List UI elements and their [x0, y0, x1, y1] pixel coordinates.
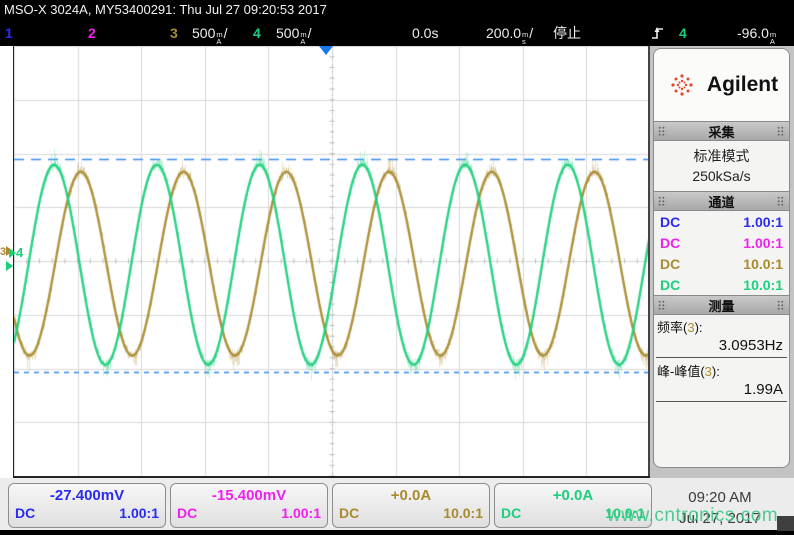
- channel-2-button[interactable]: 2: [88, 20, 96, 46]
- channel-1-button[interactable]: 1: [5, 20, 13, 46]
- channel-2-info-row[interactable]: DC 1.00:1: [654, 232, 789, 253]
- brand-name: Agilent: [707, 73, 778, 97]
- measurement-peak-to-peak-value: 1.99A: [654, 380, 789, 400]
- ch4-ground-marker[interactable]: 4: [9, 247, 23, 258]
- bottom-border: [0, 530, 794, 535]
- waveform-display[interactable]: [14, 46, 650, 476]
- channel-3-scale-value: 500: [192, 25, 215, 41]
- ch2-coupling-label: DC: [177, 505, 197, 521]
- measurement-frequency: 频率(3): 3.0953Hz: [654, 315, 789, 358]
- oscilloscope-screen: MSO-X 3024A, MY53400291: Thu Jul 27 09:2…: [0, 0, 794, 535]
- model-serial-datetime: MSO-X 3024A, MY53400291: Thu Jul 27 09:2…: [4, 2, 327, 17]
- timebase-unit: ms: [522, 31, 528, 45]
- measurement-frequency-value: 3.0953Hz: [654, 336, 789, 356]
- divider: [656, 357, 787, 358]
- trigger-level-unit: mA: [770, 31, 776, 45]
- ch1-offset-value: -27.400mV: [9, 487, 165, 504]
- channel-1-info-row[interactable]: DC 1.00:1: [654, 211, 789, 232]
- channel-4-scale-unit: mA: [300, 31, 306, 45]
- ch3-ratio-label: 10.0:1: [443, 505, 483, 521]
- ch3-offset-value: +0.0A: [333, 487, 489, 504]
- ch4-ground-label: 4: [16, 245, 23, 260]
- ch4-ground-arrow-icon: [9, 248, 16, 258]
- ch1-coupling: DC: [660, 214, 680, 230]
- channel-1-status-box[interactable]: -27.400mV DC 1.00:1: [8, 483, 166, 528]
- channel-3-status-box[interactable]: +0.0A DC 10.0:1: [332, 483, 490, 528]
- trigger-level-readout[interactable]: -96.0mA: [737, 20, 777, 46]
- timebase-readout[interactable]: 200.0ms/: [486, 20, 533, 46]
- measurement-frequency-label: 频率(3):: [654, 315, 789, 336]
- acquisition-mode: 标准模式: [654, 146, 789, 166]
- channels-panel-title: 通道: [708, 192, 734, 211]
- measurement-peak-to-peak: 峰-峰值(3): 1.99A: [654, 359, 789, 402]
- channel-4-scale[interactable]: 500mA/: [276, 20, 312, 46]
- channel-4-scale-suffix: /: [308, 25, 312, 41]
- channels-panel-header[interactable]: 通道: [654, 191, 789, 211]
- grip-icon: [777, 196, 785, 207]
- run-state-indicator[interactable]: 停止: [553, 20, 581, 46]
- corner-block: [777, 516, 794, 531]
- ch4-offset-value: +0.0A: [495, 487, 651, 504]
- ch1-coupling-label: DC: [15, 505, 35, 521]
- title-bar: MSO-X 3024A, MY53400291: Thu Jul 27 09:2…: [0, 0, 794, 20]
- ch4-probe-ratio: 10.0:1: [743, 277, 783, 293]
- agilent-logo-icon: [665, 68, 699, 102]
- sidebar: Agilent 采集 标准模式 250kSa/s 通道 DC 1.00:1: [650, 46, 794, 478]
- grip-icon: [658, 196, 666, 207]
- ch4-reference-arrow-icon: [6, 261, 13, 271]
- channel-4-button[interactable]: 4: [253, 20, 261, 46]
- grip-icon: [658, 300, 666, 311]
- ch3-coupling: DC: [660, 256, 680, 272]
- trigger-level-value: -96.0: [737, 25, 769, 41]
- channel-3-button[interactable]: 3: [170, 20, 178, 46]
- channel-4-scale-value: 500: [276, 25, 299, 41]
- acquisition-panel-title: 采集: [708, 122, 734, 141]
- timebase-value: 200.0: [486, 25, 521, 41]
- ch2-probe-ratio: 1.00:1: [743, 235, 783, 251]
- timebase-suffix: /: [529, 25, 533, 41]
- grip-icon: [777, 126, 785, 137]
- measure-panel-title: 测量: [708, 296, 734, 315]
- channel-2-status-box[interactable]: -15.400mV DC 1.00:1: [170, 483, 328, 528]
- info-panel: Agilent 采集 标准模式 250kSa/s 通道 DC 1.00:1: [653, 48, 790, 468]
- channel-3-scale-suffix: /: [224, 25, 228, 41]
- ch4-reference-marker[interactable]: [6, 261, 13, 273]
- channel-3-info-row[interactable]: DC 10.0:1: [654, 253, 789, 274]
- grip-icon: [777, 300, 785, 311]
- channel-3-scale[interactable]: 500mA/: [192, 20, 228, 46]
- brand-block: Agilent: [654, 49, 789, 121]
- ch2-ratio-label: 1.00:1: [281, 505, 321, 521]
- channel-3-scale-unit: mA: [216, 31, 222, 45]
- ch4-coupling: DC: [660, 277, 680, 293]
- channel-4-info-row[interactable]: DC 10.0:1: [654, 274, 789, 295]
- divider: [656, 401, 787, 402]
- ch2-offset-value: -15.400mV: [171, 487, 327, 504]
- horizontal-delay-readout[interactable]: 0.0s: [412, 20, 438, 46]
- acquisition-panel-header[interactable]: 采集: [654, 121, 789, 141]
- watermark: www.cntronics.com: [607, 505, 778, 527]
- ch3-coupling-label: DC: [339, 505, 359, 521]
- ch2-coupling: DC: [660, 235, 680, 251]
- ch1-ratio-label: 1.00:1: [119, 505, 159, 521]
- ch4-coupling-label: DC: [501, 505, 521, 521]
- sample-rate: 250kSa/s: [654, 166, 789, 186]
- trigger-position-marker[interactable]: [319, 46, 333, 55]
- measurement-peak-to-peak-label: 峰-峰值(3):: [654, 359, 789, 380]
- status-bar: 1 2 3 500mA/ 4 500mA/ 0.0s 200.0ms/ 停止 4…: [0, 20, 794, 46]
- measure-panel-header[interactable]: 测量: [654, 295, 789, 315]
- acquisition-info: 标准模式 250kSa/s: [654, 141, 789, 191]
- ch3-probe-ratio: 10.0:1: [743, 256, 783, 272]
- ch1-probe-ratio: 1.00:1: [743, 214, 783, 230]
- trigger-source-readout[interactable]: 4: [679, 20, 687, 46]
- trigger-edge-icon: [651, 25, 664, 41]
- grip-icon: [658, 126, 666, 137]
